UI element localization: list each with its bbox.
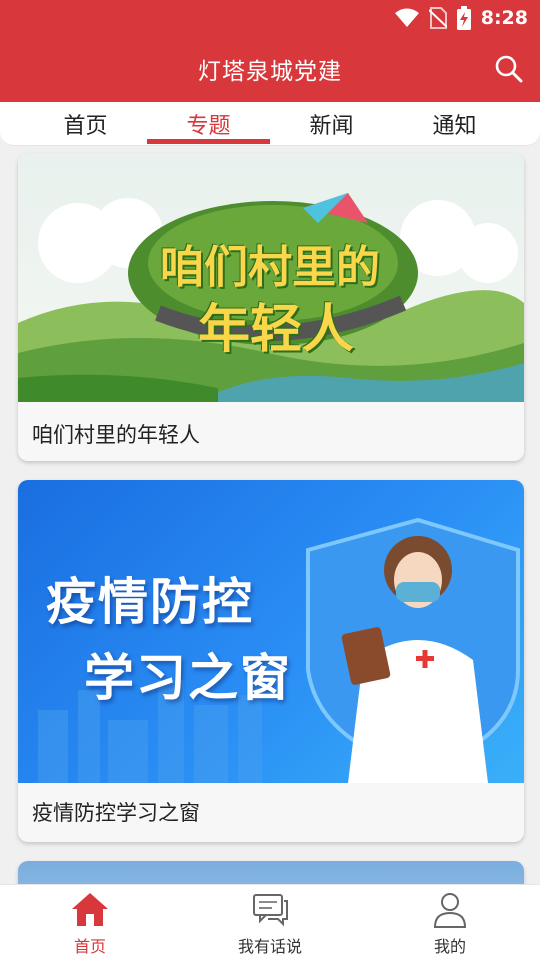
topic-card-title: 疫情防控学习之窗 bbox=[32, 801, 200, 825]
topic-list[interactable]: 咱们村里的 年轻人 咱们村里的年轻人 疫情防控 学习之窗 疫情防控学习之窗 bbox=[0, 146, 540, 884]
app-title: 灯塔泉城党建 bbox=[198, 59, 342, 85]
nav-item-feedback[interactable]: 我有话说 bbox=[180, 885, 360, 960]
topic-card[interactable] bbox=[18, 861, 524, 884]
category-tabs: 首页 专题 新闻 通知 bbox=[0, 102, 540, 146]
home-icon bbox=[72, 893, 108, 926]
tab-topics[interactable]: 专题 bbox=[147, 108, 270, 140]
tab-notices[interactable]: 通知 bbox=[393, 108, 516, 140]
topic-banner-image: 咱们村里的 年轻人 bbox=[18, 153, 524, 402]
banner-title-line1: 咱们村里的 bbox=[160, 242, 380, 293]
topic-card[interactable]: 疫情防控 学习之窗 疫情防控学习之窗 bbox=[18, 480, 524, 842]
status-icons: 8:28 bbox=[394, 6, 528, 30]
status-bar: 8:28 bbox=[0, 0, 540, 36]
search-icon bbox=[495, 55, 523, 83]
bottom-nav: 首页 我有话说 我的 bbox=[0, 884, 540, 960]
user-icon bbox=[433, 893, 467, 928]
nav-item-home[interactable]: 首页 bbox=[0, 885, 180, 960]
nav-label: 我的 bbox=[433, 937, 466, 956]
chat-icon bbox=[253, 894, 288, 927]
wifi-icon bbox=[394, 8, 419, 27]
banner-title-line1: 疫情防控 bbox=[46, 573, 254, 631]
search-button[interactable] bbox=[494, 54, 524, 84]
tab-news[interactable]: 新闻 bbox=[270, 108, 393, 140]
no-sim-icon bbox=[428, 7, 447, 29]
app-bar: 灯塔泉城党建 bbox=[0, 36, 540, 102]
nav-label: 我有话说 bbox=[237, 937, 302, 956]
topic-banner-image: 疫情防控 学习之窗 bbox=[18, 480, 524, 783]
banner-title-line2: 学习之窗 bbox=[84, 649, 292, 707]
nav-item-profile[interactable]: 我的 bbox=[360, 885, 540, 960]
banner-title-line2: 年轻人 bbox=[198, 300, 355, 360]
tab-home[interactable]: 首页 bbox=[24, 108, 147, 140]
status-time: 8:28 bbox=[480, 7, 528, 29]
active-tab-indicator bbox=[147, 139, 270, 144]
nav-label: 首页 bbox=[73, 937, 106, 956]
topic-card[interactable]: 咱们村里的 年轻人 咱们村里的年轻人 bbox=[18, 153, 524, 461]
battery-charging-icon bbox=[456, 6, 471, 30]
topic-card-title: 咱们村里的年轻人 bbox=[32, 423, 200, 447]
